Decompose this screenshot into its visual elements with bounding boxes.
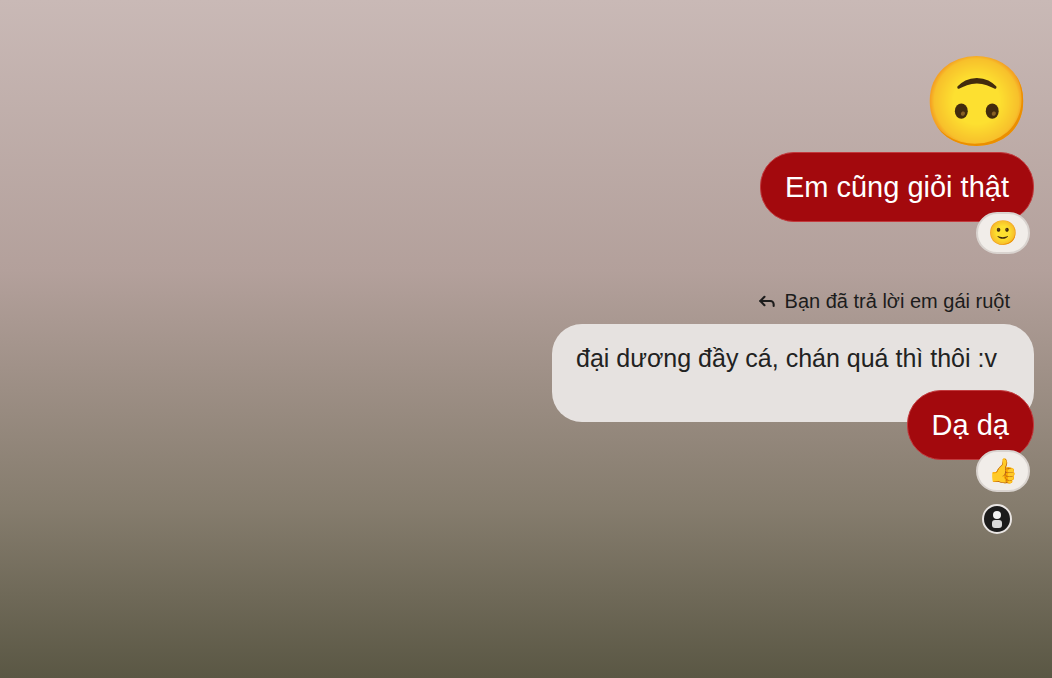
message-row: Em cũng giỏi thật🙂 — [760, 152, 1034, 254]
chat-screen: 🙃Em cũng giỏi thật🙂 Bạn đã trả lời em gái… — [0, 0, 1052, 678]
avatar-figure-icon — [989, 509, 1005, 529]
message-row: Bạn đã trả lời em gái ruột — [757, 254, 1034, 314]
reply-icon — [757, 291, 777, 311]
sent-message[interactable]: Dạ dạ — [907, 390, 1034, 460]
emoji-message[interactable]: 🙃 — [922, 52, 1032, 152]
message-row: 🙃 — [922, 0, 1034, 152]
message-list: 🙃Em cũng giỏi thật🙂 Bạn đã trả lời em gái… — [0, 0, 1052, 534]
message-row: Dạ dạ👍 — [907, 390, 1034, 492]
reply-label: Bạn đã trả lời em gái ruột — [757, 288, 1010, 314]
sent-message-group: Em cũng giỏi thật🙂 — [760, 152, 1034, 254]
reaction-badge[interactable]: 🙂 — [976, 212, 1030, 254]
seen-avatar — [982, 504, 1012, 534]
sent-message-group: Dạ dạ👍 — [907, 390, 1034, 492]
reaction-badge[interactable]: 👍 — [976, 450, 1030, 492]
